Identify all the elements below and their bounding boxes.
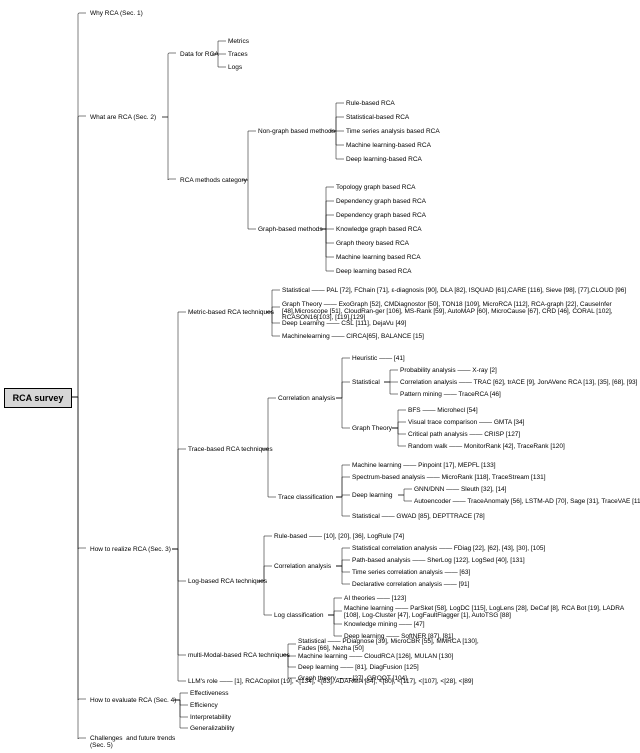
mm-dl: Deep learning —— [81], DiagFusion [125] xyxy=(298,664,419,671)
log-ai: AI theories —— [123] xyxy=(344,595,406,602)
graph-item: Deep learning based RCA xyxy=(336,268,412,275)
data-item: Traces xyxy=(228,51,248,58)
trace-stat2: Statistical —— GWAD [85], DEPTTRACE [78] xyxy=(352,513,485,520)
log-title: Log-based RCA techniques xyxy=(188,578,267,585)
trace-ml: Machine learning —— Pinpoint [17], MEPFL… xyxy=(352,462,496,469)
trace-stat: Statistical xyxy=(352,379,380,386)
log-statcorr: Statistical correlation analysis —— FDia… xyxy=(352,545,545,552)
graph-item: Knowledge graph based RCA xyxy=(336,226,422,233)
trace-title: Trace-based RCA techniques xyxy=(188,446,273,453)
graph-item: Graph theory based RCA xyxy=(336,240,409,247)
metric-graph-theory: Graph Theory —— ExoGraph [52], CMDiagnos… xyxy=(282,302,637,322)
trace-spectrum: Spectrum-based analysis —— MicroRank [11… xyxy=(352,474,546,481)
data-item: Metrics xyxy=(228,38,249,45)
metric-based-title: Metric-based RCA techniques xyxy=(188,309,274,316)
trace-gnn: GNN/DNN —— Sleuth [32], [14] xyxy=(414,486,506,493)
non-graph: Non-graph based methods xyxy=(258,128,335,135)
mm-ml: Machine learning —— CloudRCA [126], MULA… xyxy=(298,653,453,660)
log-corr: Correlation analysis xyxy=(274,563,331,570)
trace-gt: Graph Theory xyxy=(352,425,392,432)
log-path: Path-based analysis —— SherLog [122], Lo… xyxy=(352,557,525,564)
log-decl: Declarative correlation analysis —— [91] xyxy=(352,581,469,588)
eval-item: Interpretability xyxy=(190,714,231,721)
root-node: RCA survey xyxy=(4,388,72,408)
graph-item: Machine learning based RCA xyxy=(336,254,421,261)
mm-title: multi-Modal-based RCA techniques xyxy=(188,652,290,659)
section-what: What are RCA (Sec. 2) xyxy=(90,114,156,121)
data-item: Logs xyxy=(228,64,242,71)
graph-item: Dependency graph based RCA xyxy=(336,212,426,219)
log-class: Log classification xyxy=(274,612,324,619)
eval-item: Effectiveness xyxy=(190,690,229,697)
trace-visual: Visual trace comparison —— GMTA [34] xyxy=(408,419,524,426)
trace-corr: Correlation analysis xyxy=(278,395,335,402)
trace-class: Trace classification xyxy=(278,494,333,501)
trace-ae: Autoencoder —— TraceAnomaly [56], LSTM-A… xyxy=(414,498,640,505)
trace-prob: Probability analysis —— X-ray [2] xyxy=(400,367,497,374)
log-ml: Machine learning —— ParSket [58], LogDC … xyxy=(344,606,639,619)
section-eval: How to evaluate RCA (Sec. 4) xyxy=(90,697,176,704)
mm-stat: Statistical —— PDiagnose [39], MicroCBR … xyxy=(298,639,498,652)
methods-category: RCA methods category xyxy=(180,177,247,184)
section-future: Challenges and future trends (Sec. 5) xyxy=(90,735,175,749)
non-graph-item: Time series analysis based RCA xyxy=(346,128,440,135)
trace-heur: Heuristic —— [41] xyxy=(352,355,405,362)
data-for-rca: Data for RCA xyxy=(180,51,219,58)
trace-critical: Critical path analysis —— CRISP [127] xyxy=(408,431,520,438)
eval-item: Efficiency xyxy=(190,702,218,709)
eval-item: Generalizability xyxy=(190,725,234,732)
non-graph-item: Rule-based RCA xyxy=(346,100,395,107)
non-graph-item: Deep learning-based RCA xyxy=(346,156,422,163)
non-graph-item: Statistical-based RCA xyxy=(346,114,409,121)
graph-item: Dependency graph based RCA xyxy=(336,198,426,205)
log-ts: Time series correlation analysis —— [63] xyxy=(352,569,470,576)
root-label: RCA survey xyxy=(13,393,64,403)
trace-random: Random walk —— MonitorRank [42], TraceRa… xyxy=(408,443,565,450)
log-rule: Rule-based —— [10], [20], [36], LogRule … xyxy=(274,533,404,540)
section-how: How to realize RCA (Sec. 3) xyxy=(90,546,171,553)
log-km: Knowledge mining —— [47] xyxy=(344,621,425,628)
metric-ml: Machinelearning —— CIRCA[65], BALANCE [1… xyxy=(282,333,424,340)
trace-ca: Correlation analysis —— TRAC [62], trACE… xyxy=(400,379,637,386)
section-why: Why RCA (Sec. 1) xyxy=(90,10,143,17)
graph-item: Topology graph based RCA xyxy=(336,184,416,191)
metric-dl: Deep Learning —— CSL [111], DejaVu [49] xyxy=(282,320,406,327)
trace-bfs: BFS —— Microhecl [54] xyxy=(408,407,478,414)
metric-stat: Statistical —— PAL [72], FChain [71], ε-… xyxy=(282,287,626,294)
non-graph-item: Machine learning-based RCA xyxy=(346,142,431,149)
trace-dl: Deep learning xyxy=(352,492,392,499)
trace-pattern: Pattern mining —— TraceRCA [46] xyxy=(400,391,501,398)
graph-methods: Graph-based methods xyxy=(258,226,323,233)
llm: LLM's role —— [1], RCACopilot [19], <[13… xyxy=(188,678,473,685)
